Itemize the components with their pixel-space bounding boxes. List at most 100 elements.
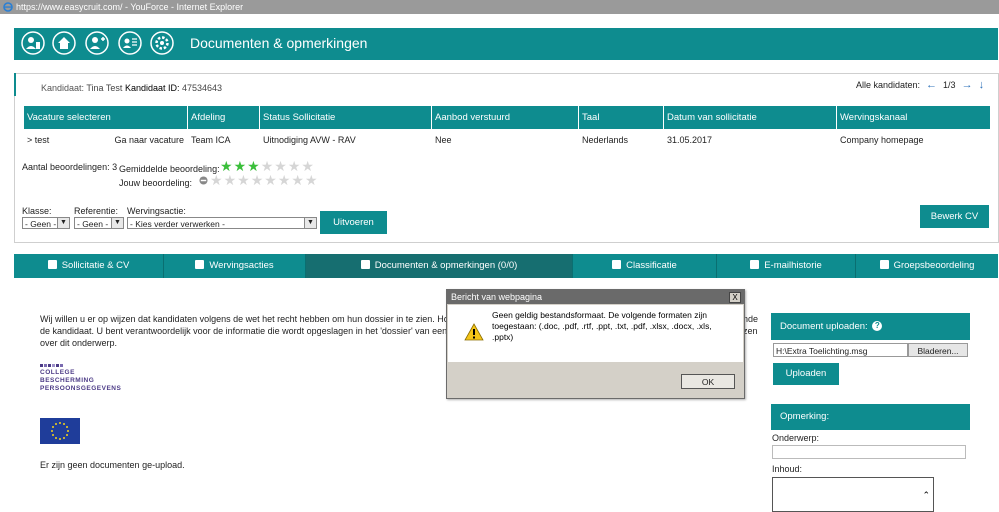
- settings-icon[interactable]: [150, 31, 174, 55]
- star-empty-icon: ★: [287, 158, 301, 174]
- file-path-input[interactable]: H:\Extra Toelichting.msg: [773, 343, 908, 357]
- column-header[interactable]: Aanbod verstuurd: [432, 106, 578, 129]
- cbp-logo: COLLEGE BESCHERMING PERSOONSGEGEVENS: [40, 364, 121, 393]
- all-candidates-label: Alle kandidaten:: [856, 80, 921, 90]
- tab-label: E-mailhistorie: [764, 260, 822, 271]
- ie-logo-icon: [3, 2, 13, 12]
- table-row: > test Ga naar vacature Team ICA Uitnodi…: [24, 129, 990, 151]
- upload-title: Document uploaden:: [780, 321, 868, 332]
- tab-recruitment-actions[interactable]: Wervingsacties: [164, 254, 306, 278]
- department-cell: Team ICA: [191, 135, 231, 145]
- page-title: Documenten & opmerkingen: [190, 35, 368, 51]
- privacy-notice-line: over dit onderwerp.: [40, 338, 118, 348]
- column-header[interactable]: Wervingskanaal: [837, 106, 990, 129]
- own-rating-stars[interactable]: ★ ★ ★ ★ ★ ★ ★ ★: [210, 173, 318, 187]
- star-empty-icon[interactable]: ★: [210, 173, 223, 187]
- candidate-id-value: 47534643: [182, 83, 223, 93]
- subject-label: Onderwerp:: [772, 433, 820, 443]
- document-icon: [195, 260, 205, 269]
- cbp-line: BESCHERMING: [40, 377, 95, 384]
- tab-classification[interactable]: Classificatie: [573, 254, 717, 278]
- goto-vacancy-link[interactable]: Ga naar vacature: [114, 135, 184, 145]
- vacancy-cell[interactable]: > test Ga naar vacature: [24, 129, 187, 151]
- star-empty-icon[interactable]: ★: [278, 173, 291, 187]
- klasse-select[interactable]: - Geen - ▼: [22, 217, 70, 229]
- document-icon: [879, 260, 889, 269]
- tab-label: Classificatie: [626, 260, 677, 271]
- ratings-count-label: Aantal beoordelingen:: [22, 162, 110, 172]
- referentie-label: Referentie:: [74, 206, 119, 216]
- star-empty-icon[interactable]: ★: [224, 173, 237, 187]
- star-empty-icon: ★: [301, 158, 314, 174]
- candidate-label: Kandidaat:: [41, 83, 85, 93]
- content-label: Inhoud:: [772, 464, 803, 474]
- help-icon[interactable]: ?: [872, 321, 883, 331]
- close-icon[interactable]: X: [729, 292, 741, 303]
- prev-arrow-icon[interactable]: ←: [926, 79, 937, 91]
- ok-button[interactable]: OK: [681, 374, 735, 389]
- app-header: Documenten & opmerkingen: [14, 28, 998, 60]
- cbp-line: COLLEGE: [40, 369, 75, 376]
- column-header[interactable]: Datum van sollicitatie: [664, 106, 836, 129]
- ratings-count-value: 3: [112, 162, 118, 172]
- privacy-notice-line-end: nde: [743, 314, 759, 324]
- referentie-select[interactable]: - Geen - ▼: [74, 217, 124, 229]
- home-icon[interactable]: [52, 31, 76, 55]
- person-upload-icon[interactable]: [21, 31, 45, 55]
- cbp-logo-mark: [40, 364, 121, 367]
- execute-button[interactable]: Uitvoeren: [320, 211, 387, 234]
- list-person-icon[interactable]: [118, 31, 142, 55]
- chevron-down-icon: ▼: [111, 218, 123, 228]
- candidate-position: 1/3: [943, 80, 956, 90]
- document-icon: [612, 260, 622, 269]
- star-empty-icon[interactable]: ★: [237, 173, 250, 187]
- content-textarea[interactable]: ⌃: [772, 477, 934, 512]
- klasse-value: - Geen -: [25, 219, 57, 229]
- tab-email-history[interactable]: E-mailhistorie: [717, 254, 856, 278]
- tab-documents-remarks[interactable]: Documenten & opmerkingen (0/0): [306, 254, 573, 278]
- tab-group-rating[interactable]: Groepsbeoordeling: [856, 254, 998, 278]
- candidate-navigation: Alle kandidaten: ← 1/3 → ↓: [856, 79, 984, 91]
- star-empty-icon[interactable]: ★: [251, 173, 264, 187]
- dialog-message: Geen geldig bestandsformaat. De volgende…: [492, 310, 712, 342]
- language-cell: Nederlands: [582, 135, 629, 145]
- column-header[interactable]: Vacature selecteren: [24, 106, 187, 129]
- werving-value: - Kies verder verwerken -: [130, 219, 225, 229]
- alert-dialog: Bericht van webpagina X Geen geldig best…: [446, 289, 745, 399]
- candidate-name: Tina Test: [86, 83, 123, 93]
- column-header[interactable]: Status Sollicitatie: [260, 106, 431, 129]
- star-filled-icon: ★: [247, 158, 260, 174]
- tab-label: Groepsbeoordeling: [893, 260, 975, 271]
- upload-panel-header: Document uploaden: ?: [771, 313, 970, 340]
- status-cell: Uitnodiging AVW - RAV: [263, 135, 356, 145]
- scroll-up-icon[interactable]: ⌃: [922, 490, 930, 501]
- down-arrow-icon[interactable]: ↓: [979, 79, 985, 91]
- star-empty-icon[interactable]: ★: [264, 173, 277, 187]
- privacy-notice-line: de kandidaat. U bent verantwoordelijk vo…: [40, 326, 460, 336]
- candidate-info: Kandidaat: Tina Test Kandidaat ID: 47534…: [41, 83, 222, 93]
- tab-application-cv[interactable]: Sollicitatie & CV: [14, 254, 164, 278]
- column-header[interactable]: Afdeling: [188, 106, 259, 129]
- document-icon: [750, 260, 760, 269]
- document-icon: [360, 260, 370, 269]
- edit-cv-button[interactable]: Bewerk CV: [920, 205, 989, 228]
- eu-flag-icon: [40, 418, 80, 444]
- table-header-row: Vacature selecteren Afdeling Status Soll…: [24, 106, 990, 129]
- next-arrow-icon[interactable]: →: [962, 79, 973, 91]
- no-documents-message: Er zijn geen documenten ge-upload.: [40, 460, 185, 470]
- upload-button[interactable]: Uploaden: [773, 363, 839, 385]
- werving-select[interactable]: - Kies verder verwerken - ▼: [127, 217, 317, 229]
- star-empty-icon[interactable]: ★: [305, 173, 318, 187]
- clear-rating-icon[interactable]: [199, 176, 208, 185]
- add-person-icon[interactable]: [85, 31, 109, 55]
- subject-input[interactable]: [772, 445, 966, 459]
- tab-label: Documenten & opmerkingen (0/0): [374, 260, 518, 271]
- cbp-line: PERSOONSGEGEVENS: [40, 385, 122, 392]
- offer-cell: Nee: [435, 135, 452, 145]
- vacancy-link[interactable]: > test: [27, 135, 49, 145]
- star-empty-icon[interactable]: ★: [291, 173, 304, 187]
- tab-label: Wervingsacties: [209, 260, 274, 271]
- channel-cell: Company homepage: [840, 135, 924, 145]
- browse-button[interactable]: Bladeren...: [908, 343, 968, 357]
- column-header[interactable]: Taal: [579, 106, 663, 129]
